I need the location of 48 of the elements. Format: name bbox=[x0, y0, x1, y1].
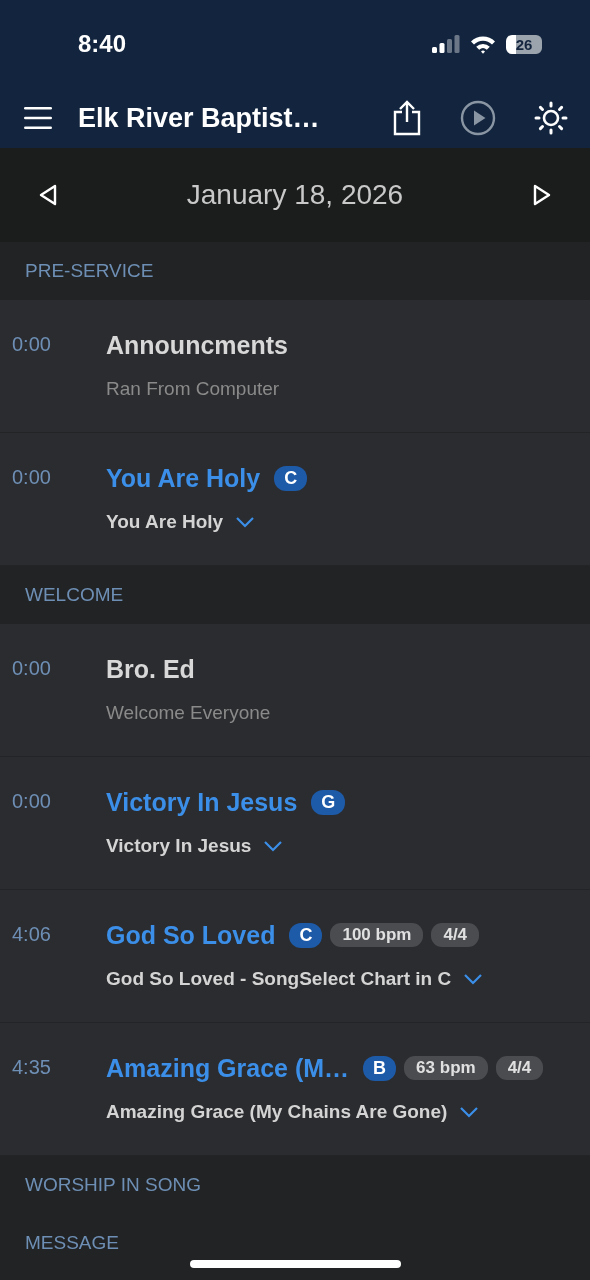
attachment-name[interactable]: Amazing Grace (My Chains Are Gone) bbox=[106, 1101, 448, 1123]
item-duration: 0:00 bbox=[11, 465, 52, 490]
tempo-tag: 100 bpm bbox=[330, 923, 424, 947]
plan-title: Elk River Baptist… bbox=[78, 102, 320, 134]
wifi-icon bbox=[470, 34, 496, 54]
plan-item[interactable]: 4:35 Amazing Grace (M… B 63 bpm 4/4 Amazing Grace (My Chains Are Gone) bbox=[0, 1023, 590, 1156]
item-duration: 0:00 bbox=[11, 656, 52, 681]
item-title: Bro. Ed bbox=[106, 654, 195, 684]
item-title: Announcments bbox=[106, 330, 288, 360]
song-title: Victory In Jesus bbox=[106, 787, 298, 817]
meter-tag: 4/4 bbox=[431, 923, 480, 947]
item-description: Welcome Everyone bbox=[106, 702, 272, 724]
next-date-button[interactable] bbox=[532, 184, 552, 206]
plan-item[interactable]: 0:00 Victory In Jesus G Victory In Jesus bbox=[0, 757, 590, 890]
item-duration: 4:06 bbox=[11, 922, 52, 947]
status-time: 8:40 bbox=[78, 30, 127, 58]
chevron-icon[interactable] bbox=[235, 516, 256, 528]
item-duration: 4:35 bbox=[11, 1055, 52, 1080]
song-title: God So Loved bbox=[106, 920, 276, 950]
key-tag: C bbox=[289, 922, 323, 948]
song-title: You Are Holy bbox=[106, 463, 261, 493]
attachment-name[interactable]: God So Loved - SongSelect Chart in C bbox=[106, 968, 452, 990]
previous-date-button[interactable] bbox=[38, 184, 58, 206]
battery-icon: 26 bbox=[506, 34, 542, 54]
item-description: Ran From Computer bbox=[106, 378, 281, 400]
item-duration: 0:00 bbox=[11, 789, 52, 814]
meter-tag: 4/4 bbox=[495, 1056, 544, 1080]
brightness-button[interactable] bbox=[534, 101, 568, 135]
item-duration: 0:00 bbox=[11, 332, 52, 357]
menu-button[interactable] bbox=[24, 106, 54, 130]
signal-icon bbox=[432, 35, 460, 53]
chevron-icon[interactable] bbox=[263, 840, 284, 852]
plan-date[interactable]: January 18, 2026 bbox=[186, 179, 404, 211]
plan-item[interactable]: 4:06 God So Loved C 100 bpm 4/4 God So Loved - SongSelect Chart in C bbox=[0, 890, 590, 1023]
tempo-tag: 63 bpm bbox=[404, 1056, 488, 1080]
plan-item[interactable]: 0:00 Bro. Ed Welcome Everyone bbox=[0, 624, 590, 757]
attachment-name[interactable]: You Are Holy bbox=[106, 511, 224, 533]
attachment-name[interactable]: Victory In Jesus bbox=[106, 835, 252, 857]
song-title: Amazing Grace (M… bbox=[106, 1053, 350, 1083]
plan-item[interactable]: 0:00 You Are Holy C You Are Holy bbox=[0, 433, 590, 566]
plan-item[interactable]: 0:00 Announcments Ran From Computer bbox=[0, 300, 590, 433]
share-button[interactable] bbox=[392, 100, 422, 136]
key-tag: B bbox=[363, 1055, 397, 1081]
key-tag: G bbox=[311, 789, 346, 815]
chevron-icon[interactable] bbox=[463, 973, 484, 985]
chevron-icon[interactable] bbox=[459, 1106, 480, 1118]
key-tag: C bbox=[274, 465, 308, 491]
play-button[interactable] bbox=[460, 100, 496, 136]
